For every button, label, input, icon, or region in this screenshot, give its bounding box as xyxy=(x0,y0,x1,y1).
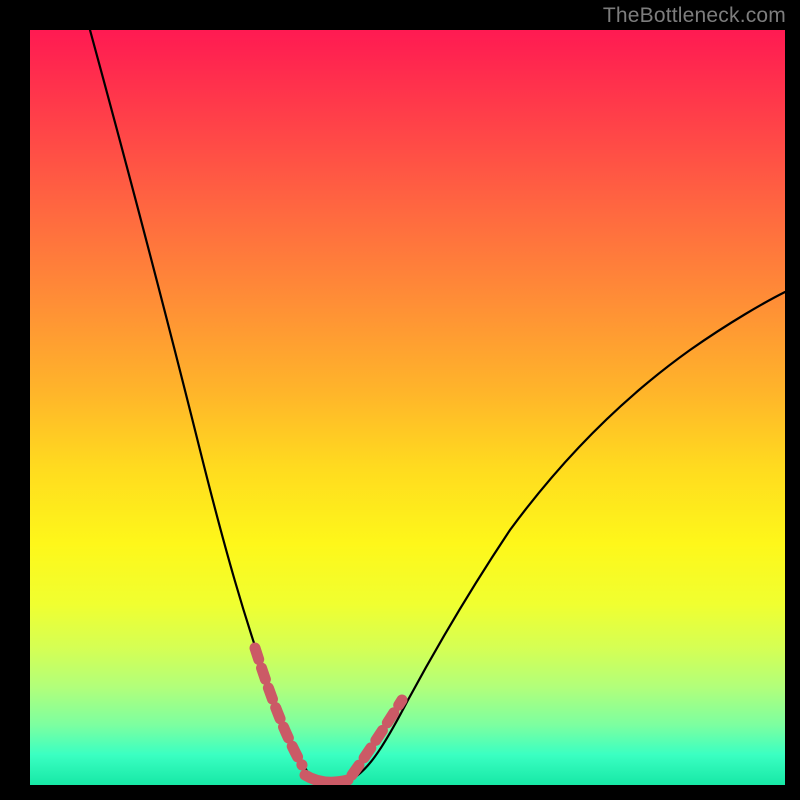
plot-area xyxy=(30,30,785,785)
trough-marker xyxy=(305,775,348,782)
chart-stage: TheBottleneck.com xyxy=(0,0,800,800)
bottleneck-curve xyxy=(90,30,785,783)
watermark-text: TheBottleneck.com xyxy=(603,4,786,28)
left-knee-marker xyxy=(255,648,302,765)
right-knee-marker xyxy=(352,700,402,775)
curve-layer xyxy=(30,30,785,785)
